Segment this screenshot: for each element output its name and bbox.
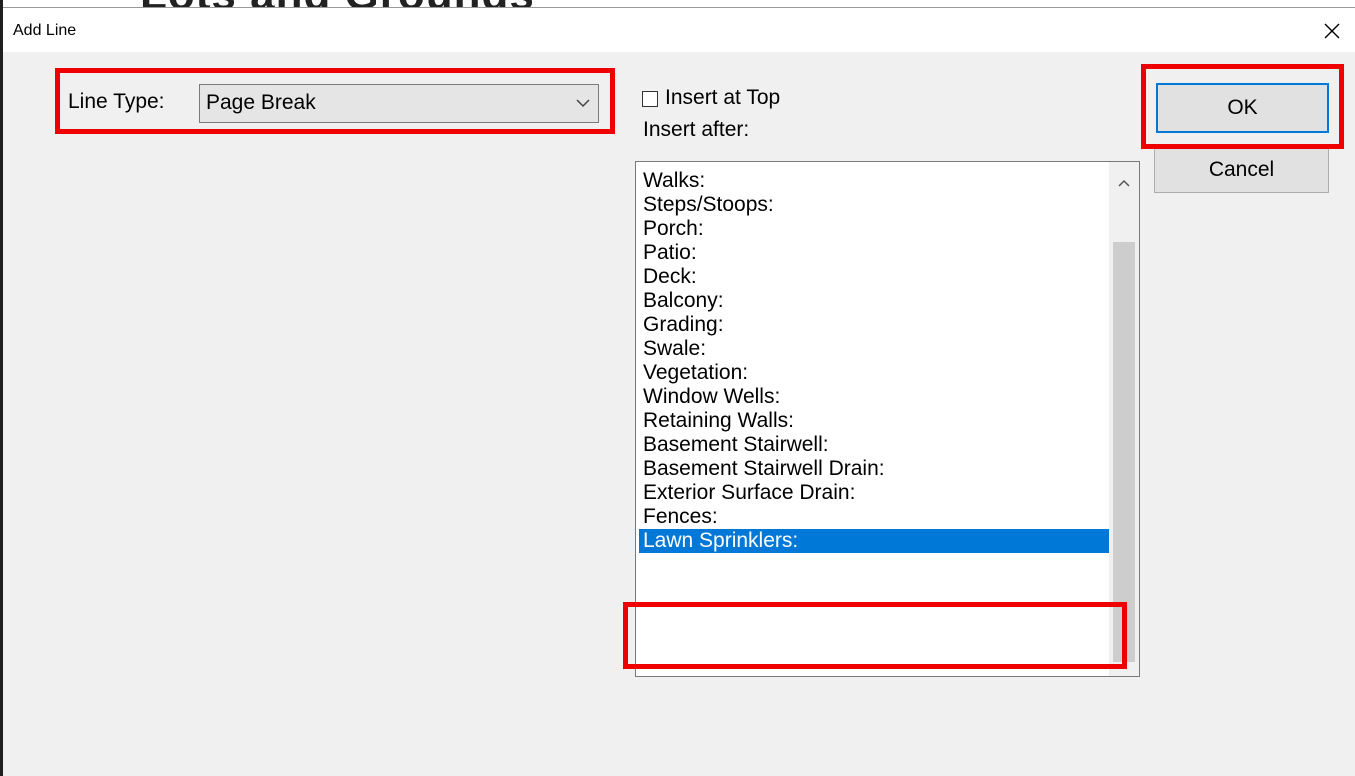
list-item[interactable]: Vegetation: — [639, 361, 1109, 385]
list-item[interactable]: Basement Stairwell Drain: — [639, 457, 1109, 481]
list-item[interactable]: Grading: — [639, 313, 1109, 337]
list-item[interactable]: Lawn Sprinklers: — [639, 529, 1109, 553]
list-item[interactable]: Exterior Surface Drain: — [639, 481, 1109, 505]
ok-button[interactable]: OK — [1156, 83, 1329, 133]
list-item[interactable]: Patio: — [639, 241, 1109, 265]
insert-after-listbox[interactable]: Walks: Steps/Stoops: Porch: Patio: Deck: Balc… — [635, 161, 1140, 677]
list-item[interactable]: Window Wells: — [639, 385, 1109, 409]
listbox-scrollbar[interactable] — [1109, 162, 1139, 676]
close-icon — [1324, 23, 1340, 39]
insert-at-top-checkbox[interactable] — [642, 91, 658, 107]
scroll-up-icon[interactable] — [1118, 179, 1130, 187]
close-button[interactable] — [1315, 14, 1349, 48]
list-item[interactable]: Retaining Walls: — [639, 409, 1109, 433]
line-type-select[interactable]: Page Break — [199, 84, 599, 123]
dialog-title: Add Line — [13, 22, 77, 39]
list-item[interactable]: Walks: — [639, 169, 1109, 193]
line-type-value: Page Break — [206, 91, 316, 114]
list-item[interactable]: Steps/Stoops: — [639, 193, 1109, 217]
chevron-down-icon — [576, 99, 590, 108]
list-item[interactable]: Porch: — [639, 217, 1109, 241]
scrollbar-thumb[interactable] — [1113, 242, 1135, 662]
line-type-label: Line Type: — [68, 90, 165, 113]
insert-after-label: Insert after: — [643, 118, 750, 141]
window-left-border — [0, 0, 3, 776]
list-item[interactable]: Fences: — [639, 505, 1109, 529]
list-item[interactable]: Balcony: — [639, 289, 1109, 313]
list-item[interactable]: Deck: — [639, 265, 1109, 289]
list-item[interactable]: Swale: — [639, 337, 1109, 361]
list-item[interactable]: Basement Stairwell: — [639, 433, 1109, 457]
cancel-button[interactable]: Cancel — [1154, 146, 1329, 193]
insert-after-list: Walks: Steps/Stoops: Porch: Patio: Deck: Balc… — [639, 169, 1109, 553]
background-window-strip: Lots and Grounds — [0, 0, 1355, 8]
insert-at-top-label[interactable]: Insert at Top — [665, 86, 780, 110]
dialog-titlebar: Add Line — [3, 8, 1355, 52]
